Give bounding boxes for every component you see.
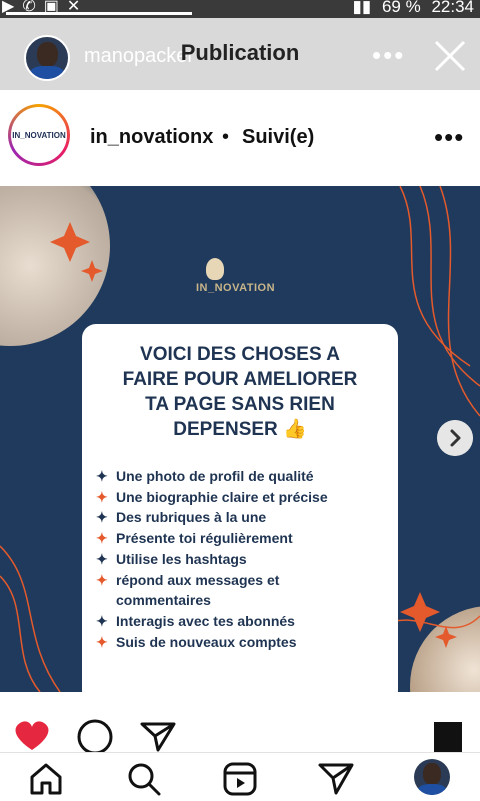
separator-dot: • <box>222 126 230 148</box>
profile-avatar[interactable] <box>414 759 450 795</box>
page-title: Publication <box>180 40 300 65</box>
list-item: ✦ Une biographie claire et précise <box>96 487 392 508</box>
card-heading: VOICI DES CHOSES A FAIRE POUR AMELIORER … <box>82 342 398 442</box>
direct-send-icon[interactable] <box>316 759 356 799</box>
home-icon[interactable] <box>26 759 66 799</box>
list-item: ✦ Présente toi régulièrement <box>96 528 392 549</box>
account-avatar[interactable]: IN_NOVATION <box>8 104 70 166</box>
heading-line: DEPENSER 👍 <box>173 419 307 440</box>
bottom-nav <box>0 752 480 801</box>
sparkle-bullet-icon: ✦ <box>96 530 108 547</box>
tips-card: VOICI DES CHOSES A FAIRE POUR AMELIORER … <box>82 324 398 692</box>
sparkle-bullet-icon: ✦ <box>96 468 108 484</box>
brand-logo: IN_NOVATION <box>11 107 67 163</box>
post-options-icon[interactable]: ••• <box>434 122 464 153</box>
list-item: commentaires <box>116 592 211 609</box>
status-bar: ▶✆▣✕ ▮▮ 69 % 22:34 <box>0 0 480 18</box>
post-header: IN_NOVATION in_novationx • Suivi(e) ••• <box>0 90 480 186</box>
close-icon[interactable] <box>430 36 470 76</box>
list-item: ✦ Interagis avec tes abonnés <box>96 611 392 632</box>
more-options-icon[interactable]: ••• <box>372 40 405 71</box>
list-item: ✦ Utilise les hashtags <box>96 549 392 570</box>
heading-line: TA PAGE SANS RIEN <box>145 394 335 415</box>
sparkle-bullet-icon: ✦ <box>96 488 108 505</box>
send-icon[interactable] <box>140 720 176 752</box>
sparkle-bullet-icon: ✦ <box>96 571 108 588</box>
sparkle-bullet-icon: ✦ <box>96 612 108 629</box>
status-right: ▮▮ 69 % 22:34 <box>347 0 474 17</box>
heart-icon[interactable] <box>12 718 52 752</box>
sparkle-bullet-icon: ✦ <box>96 509 108 526</box>
bookmark-icon[interactable] <box>432 720 464 752</box>
image-brand-text: IN_NOVATION <box>196 282 276 294</box>
post-username[interactable]: in_novationx <box>90 126 213 149</box>
list-item: ✦ répond aux messages et <box>96 570 392 591</box>
search-icon[interactable] <box>124 759 164 799</box>
clock: 22:34 <box>431 0 474 16</box>
progress-bar <box>6 12 192 15</box>
reels-icon[interactable] <box>220 759 260 799</box>
heading-line: FAIRE POUR AMELIORER <box>122 369 358 390</box>
list-item: ✦ Des rubriques à la une <box>96 507 392 528</box>
comment-icon[interactable] <box>76 718 114 752</box>
thumbs-up-icon: 👍 <box>283 419 307 440</box>
chevron-right-icon[interactable] <box>437 420 473 456</box>
sparkle-bullet-icon: ✦ <box>96 550 108 567</box>
battery-percent: 69 % <box>381 0 421 16</box>
bulb-logo-icon <box>206 258 224 280</box>
post-image[interactable]: IN_NOVATION VOICI DES CHOSES A FAIRE POU… <box>0 186 480 692</box>
sparkle-bullet-icon: ✦ <box>96 633 108 650</box>
follow-status-button[interactable]: Suivi(e) <box>242 126 314 149</box>
signal-icon: ▮▮ <box>352 0 372 16</box>
list-item: ✦ Suis de nouveaux comptes <box>96 632 392 653</box>
post-actions <box>0 692 480 752</box>
tips-list: ✦ Une photo de profil de qualité ✦ Une bio… <box>96 466 392 652</box>
list-item: ✦ Une photo de profil de qualité <box>96 466 392 487</box>
heading-line: VOICI DES CHOSES A <box>140 344 340 365</box>
